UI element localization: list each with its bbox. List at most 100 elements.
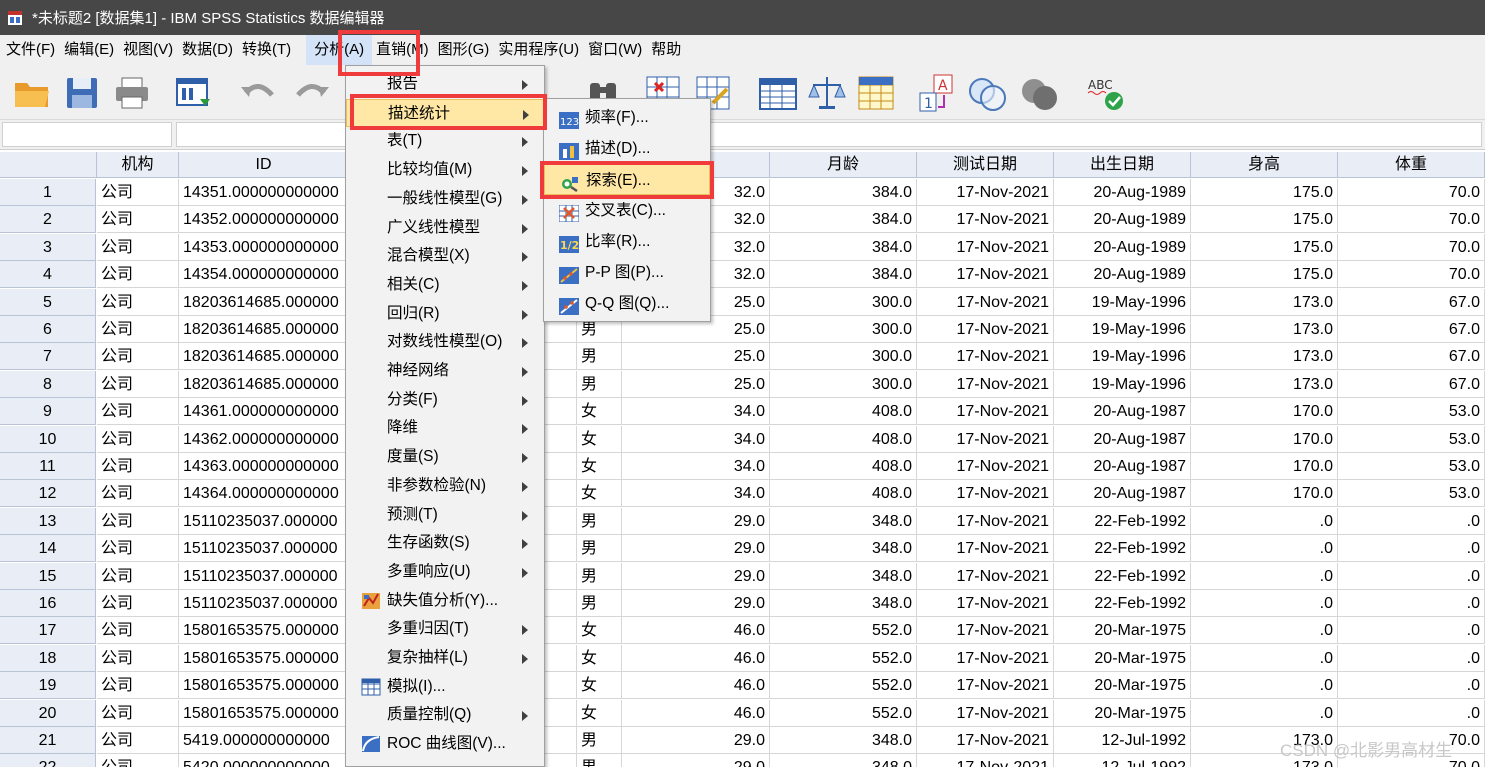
analyze-menu-item[interactable]: 混合模型(X) xyxy=(346,242,544,271)
analyze-menu-item[interactable]: 比较均值(M) xyxy=(346,156,544,185)
descriptive-submenu-item[interactable]: Q-Q 图(Q)... xyxy=(544,288,710,319)
table-cell-weight[interactable]: 53.0 xyxy=(1338,480,1485,508)
row-number[interactable]: 3 xyxy=(0,233,96,261)
table-cell-months[interactable]: 348.0 xyxy=(770,727,917,754)
table-cell-birth[interactable]: 22-Feb-1992 xyxy=(1054,507,1191,535)
table-cell-sex[interactable]: 男 xyxy=(577,727,622,754)
use-sets-icon[interactable] xyxy=(968,73,1008,113)
table-cell-birth[interactable]: 20-Aug-1989 xyxy=(1054,179,1191,206)
table-cell-weight[interactable]: .0 xyxy=(1338,535,1485,563)
analyze-menu-item[interactable]: 缺失值分析(Y)... xyxy=(346,587,544,616)
table-cell-test[interactable]: 17-Nov-2021 xyxy=(917,672,1054,700)
table-cell-id[interactable]: 14351.000000000000 xyxy=(179,179,349,206)
table-cell-weight[interactable]: 70.0 xyxy=(1338,179,1485,206)
table-cell-test[interactable]: 17-Nov-2021 xyxy=(917,261,1054,289)
table-cell-id[interactable]: 18203614685.000000 xyxy=(179,316,349,343)
table-cell-id[interactable]: 15110235037.000000 xyxy=(179,507,349,535)
dialog-recall-icon[interactable] xyxy=(174,73,214,113)
table-cell-test[interactable]: 17-Nov-2021 xyxy=(917,507,1054,535)
row-number[interactable]: 20 xyxy=(0,699,96,727)
table-cell-org[interactable]: 公司 xyxy=(97,288,179,316)
spellcheck-icon[interactable]: ABC xyxy=(1086,73,1126,113)
table-cell-months[interactable]: 552.0 xyxy=(770,699,917,727)
table-cell-test[interactable]: 17-Nov-2021 xyxy=(917,699,1054,727)
table-cell-sex[interactable]: 女 xyxy=(577,672,622,700)
table-cell-weight[interactable]: 67.0 xyxy=(1338,370,1485,398)
table-cell-test[interactable]: 17-Nov-2021 xyxy=(917,370,1054,398)
table-cell-org[interactable]: 公司 xyxy=(97,453,179,480)
table-cell-test[interactable]: 17-Nov-2021 xyxy=(917,343,1054,371)
table-cell-id[interactable]: 14364.000000000000 xyxy=(179,480,349,508)
table-cell-test[interactable]: 17-Nov-2021 xyxy=(917,398,1054,426)
row-number[interactable]: 11 xyxy=(0,453,96,480)
table-cell-birth[interactable]: 19-May-1996 xyxy=(1054,370,1191,398)
row-number[interactable]: 9 xyxy=(0,398,96,426)
cell-reference-box[interactable] xyxy=(2,122,172,147)
table-cell-height[interactable]: 170.0 xyxy=(1191,453,1338,480)
table-cell-height[interactable]: 170.0 xyxy=(1191,425,1338,453)
analyze-menu-item[interactable]: 一般线性模型(G) xyxy=(346,185,544,214)
table-cell-id[interactable]: 15801653575.000000 xyxy=(179,617,349,645)
menu-data[interactable]: 数据(D) xyxy=(180,35,240,65)
print-icon[interactable] xyxy=(112,73,152,113)
table-cell-id[interactable]: 15110235037.000000 xyxy=(179,562,349,590)
analyze-menu-item[interactable]: 生存函数(S) xyxy=(346,529,544,558)
table-cell-months[interactable]: 300.0 xyxy=(770,343,917,371)
table-cell-test[interactable]: 17-Nov-2021 xyxy=(917,727,1054,754)
table-cell-org[interactable]: 公司 xyxy=(97,617,179,645)
table-cell-birth[interactable]: 20-Aug-1987 xyxy=(1054,480,1191,508)
table-cell-test[interactable]: 17-Nov-2021 xyxy=(917,535,1054,563)
column-header-months[interactable]: 月龄 xyxy=(770,152,917,178)
table-cell-id[interactable]: 5420.000000000000 xyxy=(179,754,349,767)
descriptive-submenu-item[interactable]: 交叉表(C)... xyxy=(544,195,710,226)
table-cell-sex[interactable]: 男 xyxy=(577,370,622,398)
table-cell-id[interactable]: 14361.000000000000 xyxy=(179,398,349,426)
menu-graphs[interactable]: 图形(G) xyxy=(436,35,497,65)
split-file-icon[interactable] xyxy=(758,73,798,113)
table-cell-id[interactable]: 5419.000000000000 xyxy=(179,727,349,754)
table-cell-org[interactable]: 公司 xyxy=(97,206,179,234)
table-cell-sex[interactable]: 女 xyxy=(577,453,622,480)
table-cell-id[interactable]: 15110235037.000000 xyxy=(179,535,349,563)
table-cell-org[interactable]: 公司 xyxy=(97,754,179,767)
table-cell-birth[interactable]: 12-Jul-1992 xyxy=(1054,727,1191,754)
table-cell-org[interactable]: 公司 xyxy=(97,644,179,672)
table-cell-weight[interactable]: 67.0 xyxy=(1338,343,1485,371)
table-cell-months[interactable]: 300.0 xyxy=(770,316,917,343)
table-cell-months[interactable]: 384.0 xyxy=(770,261,917,289)
table-cell-birth[interactable]: 22-Feb-1992 xyxy=(1054,590,1191,617)
value-labels-icon[interactable]: A1 xyxy=(918,73,958,113)
table-cell-months[interactable]: 552.0 xyxy=(770,617,917,645)
table-cell-birth[interactable]: 20-Mar-1975 xyxy=(1054,644,1191,672)
table-cell-test[interactable]: 17-Nov-2021 xyxy=(917,288,1054,316)
table-cell-months[interactable]: 348.0 xyxy=(770,535,917,563)
table-cell-weight[interactable]: .0 xyxy=(1338,507,1485,535)
undo-icon[interactable] xyxy=(238,73,278,113)
table-cell-birth[interactable]: 19-May-1996 xyxy=(1054,316,1191,343)
descriptive-submenu-item[interactable]: 123 频率(F)... xyxy=(544,102,710,133)
table-cell-weight[interactable]: 70.0 xyxy=(1338,233,1485,261)
analyze-menu-item[interactable]: 相关(C) xyxy=(346,271,544,300)
menu-window[interactable]: 窗口(W) xyxy=(586,35,649,65)
table-cell-age[interactable]: 46.0 xyxy=(622,644,770,672)
table-cell-months[interactable]: 408.0 xyxy=(770,453,917,480)
table-cell-months[interactable]: 348.0 xyxy=(770,507,917,535)
table-cell-birth[interactable]: 20-Aug-1987 xyxy=(1054,453,1191,480)
table-cell-test[interactable]: 17-Nov-2021 xyxy=(917,754,1054,767)
table-cell-id[interactable]: 15801653575.000000 xyxy=(179,672,349,700)
table-cell-test[interactable]: 17-Nov-2021 xyxy=(917,206,1054,234)
table-cell-sex[interactable]: 女 xyxy=(577,425,622,453)
table-cell-birth[interactable]: 20-Aug-1987 xyxy=(1054,398,1191,426)
weight-cases-icon[interactable] xyxy=(807,73,847,113)
analyze-menu-item[interactable]: 质量控制(Q) xyxy=(346,701,544,730)
table-cell-height[interactable]: 170.0 xyxy=(1191,398,1338,426)
table-cell-birth[interactable]: 20-Mar-1975 xyxy=(1054,617,1191,645)
table-cell-months[interactable]: 552.0 xyxy=(770,672,917,700)
menu-edit[interactable]: 编辑(E) xyxy=(62,35,121,65)
table-cell-birth[interactable]: 22-Feb-1992 xyxy=(1054,562,1191,590)
table-cell-test[interactable]: 17-Nov-2021 xyxy=(917,425,1054,453)
table-cell-sex[interactable]: 女 xyxy=(577,480,622,508)
table-cell-months[interactable]: 408.0 xyxy=(770,398,917,426)
table-cell-height[interactable]: 175.0 xyxy=(1191,206,1338,234)
table-cell-sex[interactable]: 女 xyxy=(577,699,622,727)
